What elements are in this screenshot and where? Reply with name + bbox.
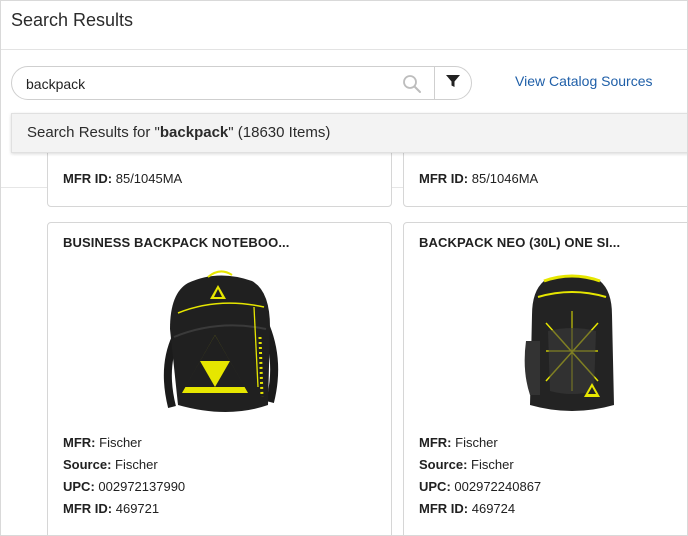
field-value: Fischer [99, 435, 142, 450]
field-value: Fischer [455, 435, 498, 450]
field-value: Fischer [471, 457, 514, 472]
product-card[interactable]: BUSINESS BACKPACK NOTEBOO... MFR: Fische… [47, 222, 392, 535]
product-title[interactable]: BUSINESS BACKPACK NOTEBOO... [63, 235, 289, 250]
results-query: backpack [159, 124, 229, 141]
field-label: Source: [419, 457, 468, 472]
upc-field: UPC: 002972240867 [419, 479, 541, 494]
field-label: Source: [63, 457, 112, 472]
source-field: Source: Fischer [419, 457, 514, 472]
field-label: MFR ID: [63, 171, 113, 186]
search-icon[interactable] [402, 74, 422, 94]
filter-button[interactable] [435, 67, 471, 99]
search-results-page: Search Results View Catalog Sources MFR … [0, 0, 688, 536]
page-header: Search Results [1, 1, 687, 50]
mfr-field: MFR: Fischer [419, 435, 498, 450]
mfr-id-field: MFR ID: 85/1046MA [419, 171, 538, 186]
results-count: " (18630 Items) [228, 124, 331, 141]
field-label: MFR ID: [419, 171, 469, 186]
page-title: Search Results [11, 10, 134, 30]
field-value: 85/1046MA [471, 171, 539, 186]
filter-icon [445, 73, 461, 94]
source-field: Source: Fischer [63, 457, 158, 472]
results-summary: Search Results for "backpack" (18630 Ite… [27, 124, 330, 141]
results-prefix: Search Results for " [27, 124, 160, 141]
field-value: 469721 [115, 501, 160, 516]
view-catalog-sources-link[interactable]: View Catalog Sources [515, 73, 652, 89]
field-value: 002972240867 [454, 479, 542, 494]
mfr-id-field: MFR ID: 469724 [419, 501, 515, 516]
mfr-id-field: MFR ID: 85/1045MA [63, 171, 182, 186]
mfr-id-field: MFR ID: 469721 [63, 501, 159, 516]
field-value: Fischer [115, 457, 158, 472]
field-label: MFR: [419, 435, 452, 450]
field-value: 002972137990 [98, 479, 186, 494]
product-title[interactable]: BACKPACK NEO (30L) ONE SI... [419, 235, 620, 250]
field-label: MFR ID: [63, 501, 113, 516]
product-image[interactable] [522, 271, 622, 419]
field-label: MFR: [63, 435, 96, 450]
search-box [11, 66, 472, 100]
field-label: MFR ID: [419, 501, 469, 516]
field-label: UPC: [419, 479, 451, 494]
search-input[interactable] [26, 73, 396, 95]
field-value: 85/1045MA [115, 171, 183, 186]
mfr-field: MFR: Fischer [63, 435, 142, 450]
field-value: 469724 [471, 501, 516, 516]
upc-field: UPC: 002972137990 [63, 479, 185, 494]
product-image[interactable] [158, 267, 284, 419]
results-summary-bar: Search Results for "backpack" (18630 Ite… [11, 113, 687, 153]
product-card[interactable]: BACKPACK NEO (30L) ONE SI... MFR: Fische… [403, 222, 687, 535]
field-label: UPC: [63, 479, 95, 494]
